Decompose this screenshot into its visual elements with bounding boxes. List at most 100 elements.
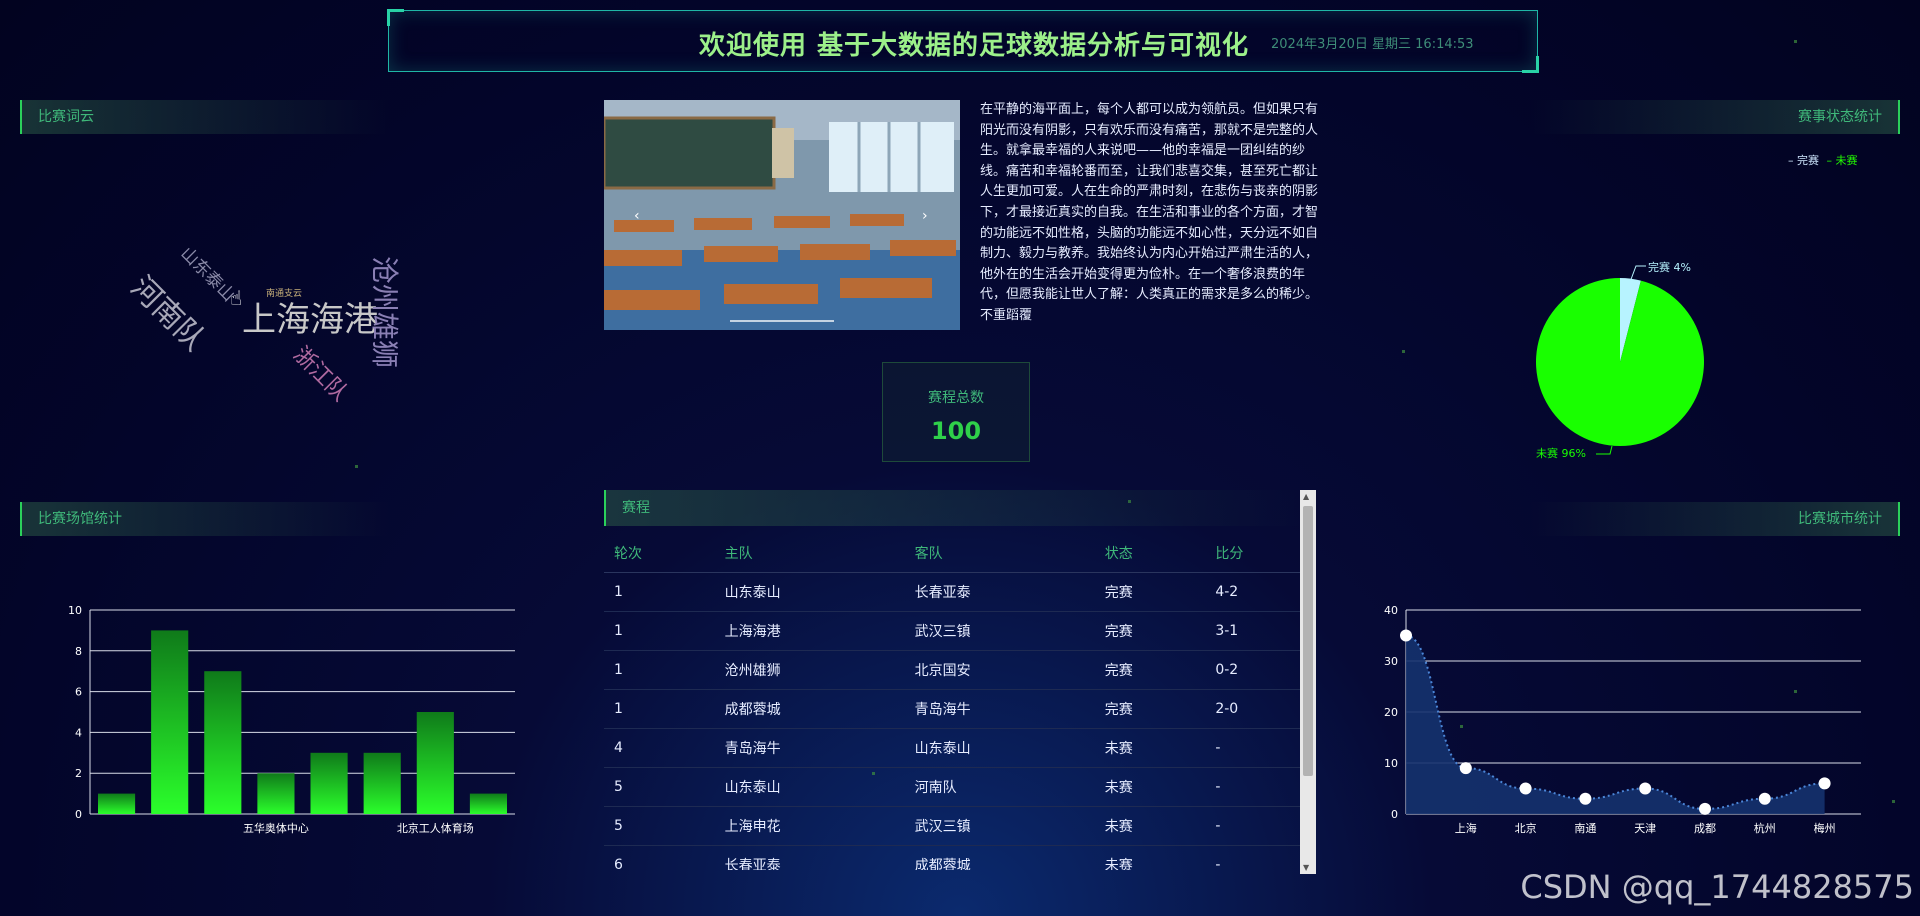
data-point[interactable]: [1579, 792, 1592, 805]
data-point[interactable]: [1459, 762, 1472, 775]
y-tick-label: 2: [75, 767, 82, 780]
carousel-image[interactable]: ‹ ›: [604, 100, 960, 330]
table-row[interactable]: 6 长春亚泰 成都蓉城 未赛 -: [604, 845, 1316, 870]
table-cell: 北京国安: [904, 650, 1095, 690]
y-tick-label: 10: [1384, 757, 1398, 770]
table-row[interactable]: 1 山东泰山 长春亚泰 完赛 4-2: [604, 572, 1316, 612]
area-fill: [1406, 635, 1825, 814]
bar[interactable]: [257, 773, 295, 814]
y-tick-label: 20: [1384, 706, 1398, 719]
table-row[interactable]: 1 沧州雄狮 北京国安 完赛 0-2: [604, 650, 1316, 690]
table-cell: 未赛: [1094, 728, 1206, 768]
column-header: 状态: [1094, 534, 1206, 573]
x-tick-label: 北京工人体育场: [397, 821, 474, 835]
table-cell: 武汉三镇: [904, 806, 1095, 846]
data-point[interactable]: [1758, 792, 1771, 805]
header-frame: 欢迎使用 基于大数据的足球数据分析与可视化 2024年3月20日 星期三 16:…: [387, 9, 1539, 73]
table-cell: 未赛: [1094, 806, 1206, 846]
table-cell: 山东泰山: [714, 572, 905, 612]
table-row[interactable]: 5 上海申花 武汉三镇 未赛 -: [604, 806, 1316, 846]
pie-slice[interactable]: [1536, 278, 1704, 446]
bar[interactable]: [416, 712, 454, 814]
y-tick-label: 4: [75, 726, 82, 739]
pie-data-label: 完赛 4%: [1648, 260, 1691, 274]
bar[interactable]: [469, 793, 507, 814]
table-cell: 5: [604, 767, 715, 807]
x-tick-label: 梅州: [1814, 821, 1836, 835]
schedule-title: 赛程: [604, 490, 1316, 526]
bar[interactable]: [310, 752, 348, 814]
table-cell: 4: [604, 728, 715, 768]
panel-title-city-stats: 比赛城市统计: [1530, 502, 1900, 536]
table-row[interactable]: 5 山东泰山 河南队 未赛 -: [604, 767, 1316, 807]
table-cell: 完赛: [1094, 650, 1206, 690]
word-cloud-word[interactable]: 沧州雄狮: [366, 256, 406, 368]
status-pie-chart: 完赛 4% 未赛 96%: [1536, 260, 1704, 460]
scroll-thumb[interactable]: [1303, 506, 1313, 776]
table-cell: 山东泰山: [714, 767, 905, 807]
table-scrollbar[interactable]: ▲ ▼: [1300, 490, 1316, 874]
data-point[interactable]: [1519, 782, 1532, 795]
y-tick-label: 0: [1391, 808, 1398, 821]
table-cell: 长春亚泰: [904, 572, 1095, 612]
background-dot: [1402, 350, 1405, 353]
table-cell: 1: [604, 650, 715, 690]
legend-label: 完赛: [1797, 154, 1819, 167]
legend-item[interactable]: – 完赛: [1788, 154, 1819, 167]
column-header: 主队: [714, 534, 905, 573]
table-cell: 5: [604, 806, 715, 846]
table-row[interactable]: 1 上海海港 武汉三镇 完赛 3-1: [604, 611, 1316, 651]
city-area-chart: 0 10 20 30 40 上海 北京 南通 天津 成都 杭州 梅州: [1384, 604, 1861, 835]
carousel-next-icon[interactable]: ›: [922, 208, 928, 224]
table-cell: 武汉三镇: [904, 611, 1095, 651]
x-tick-label: 南通: [1574, 822, 1596, 835]
legend-item[interactable]: – 未赛: [1827, 154, 1858, 167]
table-row[interactable]: 4 青岛海牛 山东泰山 未赛 -: [604, 728, 1316, 768]
data-point[interactable]: [1699, 802, 1711, 815]
word-cloud-word[interactable]: 南通支云: [266, 286, 302, 299]
data-point[interactable]: [1818, 777, 1831, 790]
data-point[interactable]: [1400, 629, 1412, 642]
panel-title-venue-stats: 比赛场馆统计: [20, 502, 390, 536]
pie-label-line: [1596, 445, 1613, 455]
column-header: 客队: [904, 534, 1095, 573]
bar[interactable]: [363, 752, 401, 814]
total-value: 100: [930, 417, 982, 445]
table-cell: 6: [604, 845, 715, 870]
bar[interactable]: [204, 671, 242, 814]
x-tick-label: 杭州: [1754, 821, 1776, 835]
table-cell: 完赛: [1094, 572, 1206, 612]
total-label: 赛程总数: [928, 390, 984, 406]
x-tick-label: 成都: [1694, 822, 1716, 835]
x-tick-label: 上海: [1455, 821, 1477, 835]
datetime: 2024年3月20日 星期三 16:14:53: [1271, 37, 1474, 52]
carousel-prev-icon[interactable]: ‹: [634, 208, 640, 224]
word-cloud-word[interactable]: 浙江队: [287, 338, 356, 407]
word-cloud-word[interactable]: 上海海港: [242, 292, 378, 341]
table-header-row: 轮次 主队 客队 状态 比分: [604, 534, 1316, 573]
schedule-table: 轮次 主队 客队 状态 比分 1 山东泰山 长春亚泰 完赛 4-2 1 上海海港 武汉三镇 完赛…: [604, 534, 1316, 870]
table-cell: 成都蓉城: [714, 689, 905, 729]
bar[interactable]: [151, 630, 189, 814]
x-tick-label: 五华奥体中心: [243, 821, 309, 835]
total-card: 赛程总数 100: [882, 362, 1030, 462]
watermark: CSDN @qq_1744828575: [1520, 868, 1914, 906]
table-cell: 1: [604, 572, 715, 612]
panel-title-status-stats: 赛事状态统计: [1530, 100, 1900, 134]
table-cell: 1: [604, 611, 715, 651]
table-row[interactable]: 1 成都蓉城 青岛海牛 完赛 2-0: [604, 689, 1316, 729]
data-point[interactable]: [1639, 782, 1652, 795]
table-cell: 山东泰山: [904, 728, 1095, 768]
scroll-up-icon[interactable]: ▲: [1303, 492, 1309, 501]
table-cell: 青岛海牛: [904, 689, 1095, 729]
table-cell: 完赛: [1094, 689, 1206, 729]
table-cell: 未赛: [1094, 845, 1206, 870]
y-tick-label: 6: [75, 686, 82, 699]
table-cell: 青岛海牛: [714, 728, 905, 768]
bar[interactable]: [98, 793, 136, 814]
mouse-cursor-icon: ☝: [230, 286, 243, 310]
scroll-down-icon[interactable]: ▼: [1303, 863, 1309, 872]
table-cell: 沧州雄狮: [714, 650, 905, 690]
x-tick-label: 北京: [1515, 821, 1537, 835]
y-tick-label: 10: [68, 604, 82, 617]
